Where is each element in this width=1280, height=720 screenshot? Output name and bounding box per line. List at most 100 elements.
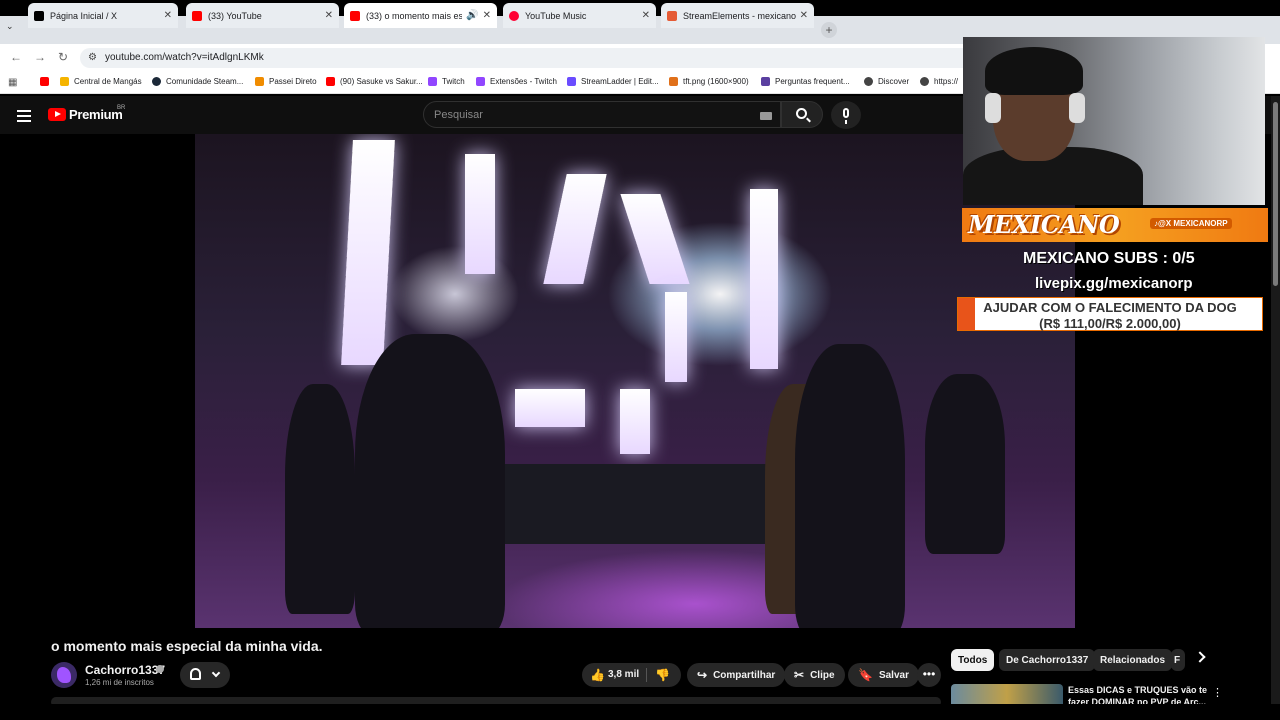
share-icon: ↪ xyxy=(697,668,708,682)
subscriber-count: 1,26 mi de inscritos xyxy=(85,678,154,687)
livepix-link-text: livepix.gg/mexicanorp xyxy=(1035,275,1193,292)
verified-icon xyxy=(156,665,164,673)
person-silhouette xyxy=(355,334,505,628)
led-panel xyxy=(515,389,585,427)
back-icon[interactable]: ← xyxy=(10,50,22,64)
bookmark-item[interactable]: (90) Sasuke vs Sakur... xyxy=(326,77,423,86)
reload-icon[interactable]: ↻ xyxy=(58,50,68,64)
donation-goal-title: AJUDAR COM O FALECIMENTO DA DOG xyxy=(983,300,1237,315)
region-code: BR xyxy=(117,105,126,111)
tab-x[interactable]: Página Inicial / X ✕ xyxy=(28,3,178,28)
scrollbar-thumb[interactable] xyxy=(1273,102,1278,286)
led-panel xyxy=(665,292,687,382)
bookmark-item[interactable]: Discover xyxy=(864,77,909,86)
channel-avatar[interactable] xyxy=(51,662,77,688)
led-panel xyxy=(543,174,607,284)
search-icon xyxy=(796,108,807,119)
bookmark-icon: 🔖 xyxy=(858,668,873,682)
tab-streamelements[interactable]: StreamElements - mexicano ✕ xyxy=(661,3,814,28)
dislike-icon[interactable]: 👎 xyxy=(655,668,670,682)
tab-title: StreamElements - mexicano xyxy=(683,10,796,21)
audio-icon[interactable]: 🔊 xyxy=(466,10,478,21)
search-button[interactable] xyxy=(781,101,823,128)
tab-youtube-music[interactable]: YouTube Music ✕ xyxy=(503,3,656,28)
bookmark-label: Comunidade Steam... xyxy=(166,77,244,86)
keyboard-icon[interactable] xyxy=(760,112,772,120)
site-info-icon[interactable]: ⚙ xyxy=(88,52,97,63)
tab-youtube[interactable]: (33) YouTube ✕ xyxy=(186,3,339,28)
bookmark-item[interactable]: https:// xyxy=(920,77,958,86)
bookmark-label: (90) Sasuke vs Sakur... xyxy=(340,77,423,86)
led-panel xyxy=(465,154,495,274)
led-panel xyxy=(620,194,690,284)
youtube-icon xyxy=(350,10,360,21)
bookmark-item[interactable]: Passei Direto xyxy=(255,77,317,86)
headphones-icon xyxy=(985,93,1001,123)
chip-todos[interactable]: Todos xyxy=(951,649,995,671)
banner-handle: ♪@X MEXICANORP xyxy=(1150,218,1232,229)
tab-video-active[interactable]: (33) o momento mais especi 🔊 ✕ xyxy=(344,3,497,28)
bookmark-icon xyxy=(60,77,69,86)
streamelements-icon xyxy=(667,10,677,21)
clip-button[interactable]: ✂ Clipe xyxy=(784,663,845,687)
bookmark-item[interactable]: Central de Mangás xyxy=(60,77,142,86)
tab-close-icon[interactable]: ✕ xyxy=(164,10,172,21)
chevron-right-icon[interactable] xyxy=(1194,651,1206,663)
menu-icon[interactable] xyxy=(17,110,31,125)
chip-channel[interactable]: De Cachorro1337 xyxy=(999,649,1096,671)
bookmark-item[interactable]: Comunidade Steam... xyxy=(152,77,243,86)
bell-icon xyxy=(190,668,201,680)
twitch-icon xyxy=(476,77,485,86)
person-silhouette xyxy=(285,384,355,614)
tab-close-icon[interactable]: ✕ xyxy=(483,10,491,21)
more-actions-icon[interactable]: ••• xyxy=(917,663,941,687)
discover-icon xyxy=(864,77,873,86)
youtube-icon xyxy=(326,77,335,86)
x-logo-icon xyxy=(34,10,44,21)
voice-search-button[interactable] xyxy=(831,101,861,129)
bookmark-item[interactable]: Extensões - Twitch xyxy=(476,77,557,86)
clip-label: Clipe xyxy=(810,669,835,681)
tab-search-chevron-icon[interactable]: ⌄ xyxy=(6,21,14,32)
search-input[interactable]: Pesquisar xyxy=(423,101,781,128)
bookmark-label: Central de Mangás xyxy=(74,77,142,86)
bookmark-item[interactable]: Twitch xyxy=(428,77,465,86)
address-bar[interactable]: ⚙ youtube.com/watch?v=itAdlgnLKMk xyxy=(80,48,980,68)
related-more-icon[interactable]: ⋮ xyxy=(1212,686,1223,699)
apps-grid-icon[interactable]: ▦ xyxy=(8,77,17,88)
bookmark-icon xyxy=(761,77,770,86)
led-panel xyxy=(750,189,778,369)
channel-name[interactable]: Cachorro1337 xyxy=(85,663,165,677)
save-button[interactable]: 🔖 Salvar xyxy=(848,663,919,687)
forward-icon[interactable]: → xyxy=(34,50,46,64)
youtube-logo-icon[interactable] xyxy=(48,108,66,121)
image-icon xyxy=(669,77,678,86)
like-count[interactable]: 3,8 mil xyxy=(608,669,639,680)
youtube-music-icon xyxy=(509,10,519,21)
youtube-premium-brand[interactable]: Premium xyxy=(69,107,123,122)
new-tab-button[interactable]: + xyxy=(821,22,837,38)
like-dislike-group: 👍 3,8 mil 👎 xyxy=(582,663,681,687)
video-player[interactable] xyxy=(195,134,1075,628)
tab-title: Página Inicial / X xyxy=(50,10,118,21)
bookmark-youtube[interactable] xyxy=(40,77,54,86)
globe-icon xyxy=(920,77,929,86)
tab-close-icon[interactable]: ✕ xyxy=(800,10,808,21)
page-scrollbar[interactable] xyxy=(1271,96,1280,720)
tab-close-icon[interactable]: ✕ xyxy=(642,10,650,21)
chip-truncated[interactable]: F xyxy=(1171,649,1185,671)
bookmark-item[interactable]: Perguntas frequent... xyxy=(761,77,850,86)
tab-title: YouTube Music xyxy=(525,10,587,21)
share-button[interactable]: ↪ Compartilhar xyxy=(687,663,786,687)
bookmark-label: Passei Direto xyxy=(269,77,317,86)
subscribe-notifications-button[interactable] xyxy=(180,662,230,688)
banner-title: MEXICANO xyxy=(968,210,1120,239)
share-label: Compartilhar xyxy=(713,669,776,681)
bookmark-item[interactable]: StreamLadder | Edit... xyxy=(567,77,659,86)
chip-related[interactable]: Relacionados xyxy=(1093,649,1173,671)
person-silhouette xyxy=(795,344,905,628)
like-icon[interactable]: 👍 xyxy=(590,668,605,682)
url-text: youtube.com/watch?v=itAdlgnLKMk xyxy=(105,52,264,63)
tab-close-icon[interactable]: ✕ xyxy=(325,10,333,21)
bookmark-item[interactable]: tft.png (1600×900) xyxy=(669,77,749,86)
